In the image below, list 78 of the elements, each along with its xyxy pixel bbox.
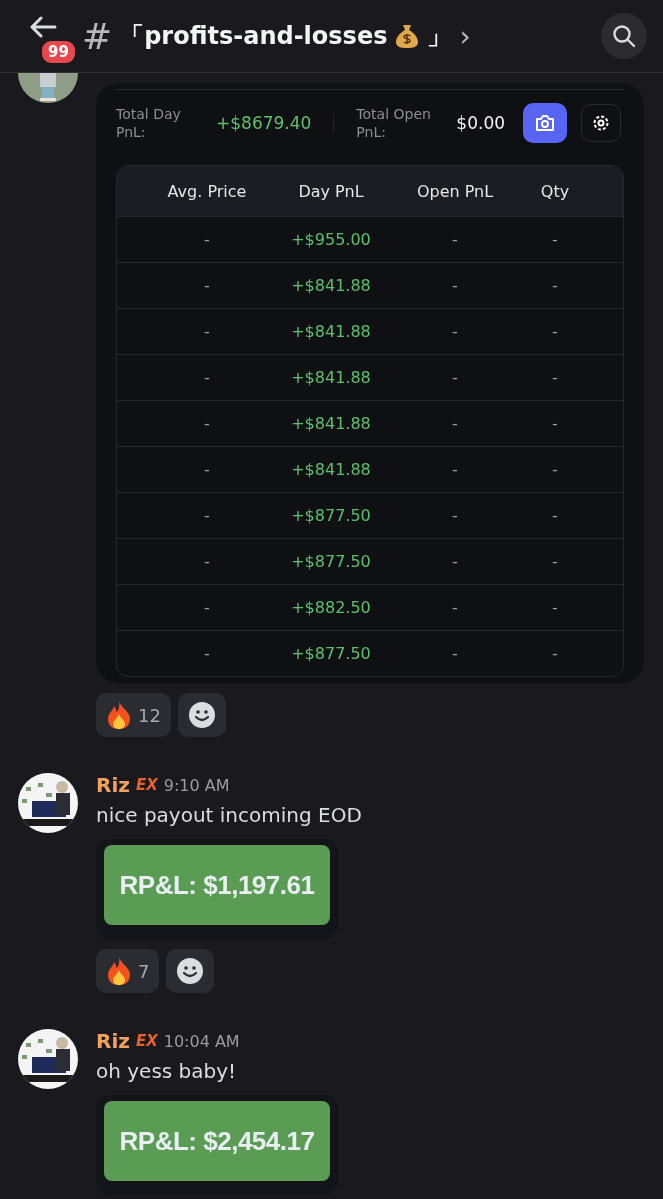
message-text: oh yess baby!	[96, 1059, 238, 1083]
search-button[interactable]	[601, 13, 647, 59]
unread-badge: 99	[39, 38, 78, 66]
table-cell-text: +$841.88	[290, 322, 372, 341]
table-cell-text: -	[451, 230, 459, 249]
add-reaction-button[interactable]	[177, 693, 226, 737]
table-cell-text: -	[551, 644, 559, 663]
table-cell-text: +$841.88	[290, 414, 372, 433]
column-header: Avg. Price	[166, 181, 248, 201]
message-text: nice payout incoming EOD	[96, 803, 362, 827]
table-cell-text: -	[551, 230, 559, 249]
table-cell-text: -	[203, 552, 211, 571]
author-name[interactable]: Riz	[96, 773, 130, 797]
table-cell-text: -	[451, 552, 459, 571]
summary-value: $0.00	[456, 113, 506, 133]
table-cell-text: -	[551, 598, 559, 617]
message-time: 10:04 AM	[163, 1031, 240, 1051]
search-icon	[612, 24, 636, 48]
table-cell-text: -	[551, 322, 559, 341]
channel-hash: #	[82, 15, 113, 57]
settings-button[interactable]	[581, 104, 622, 142]
pnl-display: RP&L: $1,197.61	[104, 845, 330, 925]
table-cell-text: -	[551, 552, 559, 571]
author-name[interactable]: Riz	[96, 1029, 130, 1053]
table-cell-text: +$841.88	[290, 460, 372, 479]
channel-title[interactable]: 「profits-and-losses	[120, 20, 388, 52]
column-header: Open PnL	[415, 181, 495, 201]
camera-button[interactable]	[523, 103, 568, 143]
table-cell-text: -	[551, 460, 559, 479]
reaction-button[interactable]: 12	[96, 693, 171, 737]
table-cell-text: -	[203, 276, 211, 295]
table-cell-text: -	[203, 460, 211, 479]
message-time: 9:10 AM	[163, 775, 230, 795]
table-cell-text: -	[203, 644, 211, 663]
table-cell-text: -	[451, 414, 459, 433]
table-cell-text: -	[203, 598, 211, 617]
column-header: Day PnL	[297, 181, 365, 201]
table-cell-text: +$841.88	[290, 276, 372, 295]
summary-value: +$8679.40	[216, 113, 312, 133]
table-cell-text: -	[451, 460, 459, 479]
chevron-icon: ›	[459, 19, 471, 53]
table-cell-text: -	[203, 322, 211, 341]
table-cell-text: -	[451, 644, 459, 663]
table-cell-text: -	[203, 506, 211, 525]
table-cell-text: -	[451, 506, 459, 525]
smiley-icon	[176, 957, 205, 985]
table-cell-text: -	[551, 368, 559, 387]
back-arrow-icon	[29, 16, 57, 38]
table-cell-text: -	[551, 506, 559, 525]
add-reaction-button[interactable]	[166, 949, 215, 993]
fire-icon	[106, 956, 132, 986]
summary-label: Total Open PnL:	[356, 105, 432, 141]
table-cell-text: -	[203, 230, 211, 249]
table-cell-text: -	[451, 276, 459, 295]
table-cell-text: -	[203, 368, 211, 387]
table-cell-text: +$877.50	[290, 644, 372, 663]
table-cell-text: +$882.50	[290, 598, 372, 617]
table-cell-text: -	[551, 276, 559, 295]
table-cell-text: -	[451, 368, 459, 387]
money-bag-icon	[395, 23, 420, 49]
table-cell-text: -	[203, 414, 211, 433]
pnl-display: RP&L: $2,454.17	[104, 1101, 330, 1181]
clan-tag: EX	[135, 776, 158, 794]
smiley-icon	[187, 701, 216, 729]
camera-icon	[535, 114, 556, 132]
channel-title-bracket: 」	[427, 21, 452, 52]
reaction-button[interactable]: 7	[96, 949, 160, 993]
fire-icon	[106, 700, 132, 730]
table-cell-text: +$841.88	[290, 368, 372, 387]
table-cell-text: -	[451, 598, 459, 617]
table-cell-text: -	[551, 414, 559, 433]
table-cell-text: +$877.50	[290, 506, 372, 525]
summary-label: Total Day PnL:	[116, 105, 182, 141]
column-header: Qty	[539, 181, 571, 201]
table-cell-text: +$877.50	[290, 552, 372, 571]
table-cell-text: +$955.00	[290, 230, 372, 249]
clan-tag: EX	[135, 1032, 158, 1050]
table-cell-text: -	[451, 322, 459, 341]
